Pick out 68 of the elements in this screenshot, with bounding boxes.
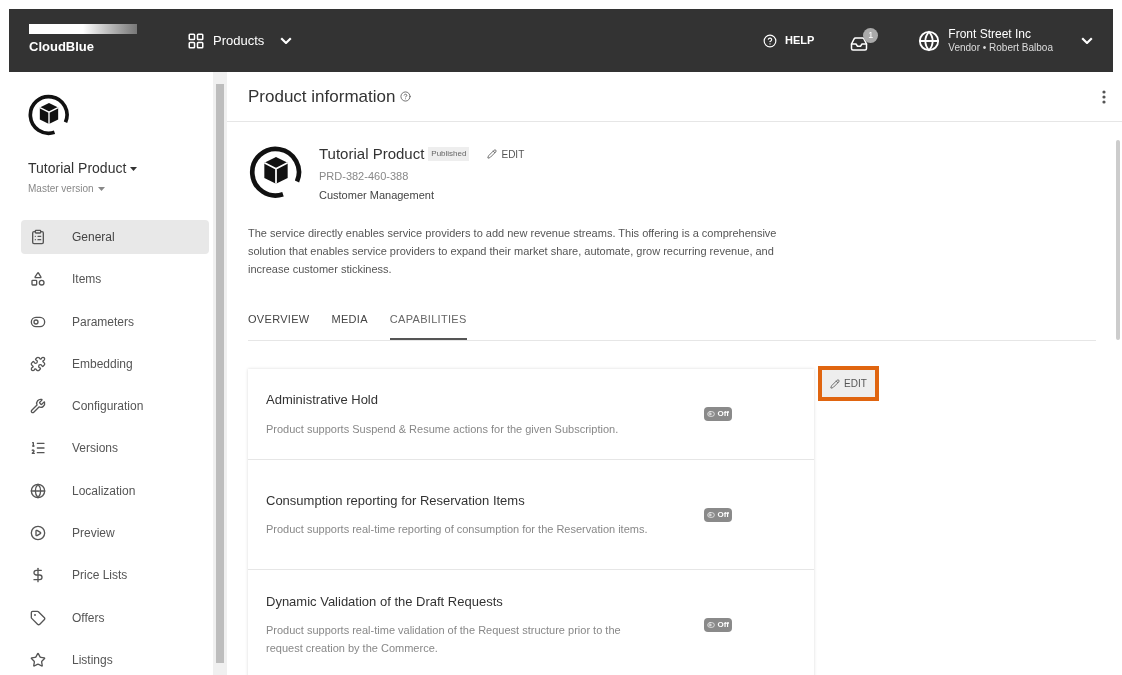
tab[interactable]: OVERVIEW [248, 310, 310, 340]
toggle-icon [707, 620, 716, 629]
product-category: Customer Management [319, 188, 435, 203]
nav-item[interactable]: Configuration [21, 389, 209, 424]
puzzle-icon [30, 355, 46, 372]
nav-item[interactable]: Offers [21, 600, 209, 635]
tab[interactable]: CAPABILITIES [389, 310, 467, 340]
nav-item[interactable]: Preview [21, 516, 209, 551]
chevron-icon [280, 36, 293, 45]
caret-icon [130, 166, 138, 171]
nav-item[interactable]: Listings [21, 642, 209, 675]
capability-title: Administrative Hold [266, 391, 379, 410]
nav-item[interactable]: Localization [21, 473, 209, 508]
list-icon [30, 440, 46, 457]
globe-icon [918, 29, 941, 52]
nav-item[interactable]: General [21, 220, 209, 254]
product-name: Tutorial Product [319, 144, 425, 164]
account-role: Vendor • Robert Balboa [948, 41, 1053, 55]
inbox-icon [850, 35, 869, 53]
pencil-icon [830, 378, 840, 389]
help-icon [400, 91, 412, 102]
account-name: Front Street Inc [948, 26, 1032, 42]
sidebar-scrollbar[interactable] [213, 72, 227, 675]
nav-item[interactable]: Items [21, 262, 209, 297]
status-chip: Off [704, 507, 732, 522]
status-badge: Published [428, 147, 470, 162]
capability-description: Product supports real-time reporting of consumption for the Reservation items. [266, 522, 649, 538]
capability-title: Consumption reporting for Reservation Items [266, 491, 526, 510]
play-icon [30, 525, 46, 542]
product-description: The service directly enables service providers to add new revenue streams. This offering is a comprehensive solution that enables service providers to expand their market share, automate, grow recurring revenue, and increase customer stickiness. [248, 225, 778, 277]
caret-icon [97, 186, 105, 191]
status-chip: Off [704, 617, 732, 632]
product-selector[interactable]: Tutorial Product [28, 158, 213, 179]
logo[interactable]: CloudBlue [29, 37, 149, 57]
grid-icon [187, 31, 205, 50]
pencil-icon [487, 149, 498, 160]
toggle-icon [707, 510, 716, 519]
wrench-icon [30, 398, 46, 415]
tag-icon [30, 609, 46, 626]
nav-item[interactable]: Embedding [21, 346, 209, 381]
dollar-icon [30, 567, 46, 584]
capability-description: Product supports Suspend & Resume actions for the given Subscription. [266, 421, 620, 437]
capability-title: Dynamic Validation of the Draft Requests [266, 592, 504, 611]
account-switcher[interactable]: Front Street Inc Vendor • Robert Balboa [918, 26, 1093, 55]
edit-button[interactable]: EDIT [818, 366, 879, 401]
toggle-icon [707, 410, 716, 418]
help-icon [762, 33, 777, 48]
globe-icon [30, 482, 46, 499]
clipboard-icon [30, 229, 46, 245]
tab[interactable]: MEDIA [331, 310, 368, 340]
product-logo-icon [27, 92, 71, 136]
page-title: Product information [248, 85, 396, 108]
shapes-icon [30, 271, 46, 288]
product-id: PRD-382-460-388 [319, 168, 410, 184]
capability-description: Product supports real-time validation of the Request structure prior to the request creation by the Commerce. [266, 623, 622, 657]
nav-item[interactable]: Price Lists [21, 558, 209, 593]
version-selector[interactable]: Master version [28, 181, 213, 196]
module-switcher[interactable]: Products [187, 30, 293, 51]
logo-bar-icon [29, 24, 137, 35]
nav-item[interactable]: Versions [21, 431, 209, 466]
chevron-icon [1081, 36, 1093, 45]
edit-button[interactable]: EDIT [487, 146, 525, 162]
more-icon [1102, 89, 1106, 104]
star-icon [30, 651, 46, 668]
help-button[interactable]: HELP [762, 32, 815, 49]
notification-count: 1 [863, 28, 879, 43]
status-chip: Off [704, 407, 732, 421]
nav-item[interactable]: Parameters [21, 304, 209, 339]
